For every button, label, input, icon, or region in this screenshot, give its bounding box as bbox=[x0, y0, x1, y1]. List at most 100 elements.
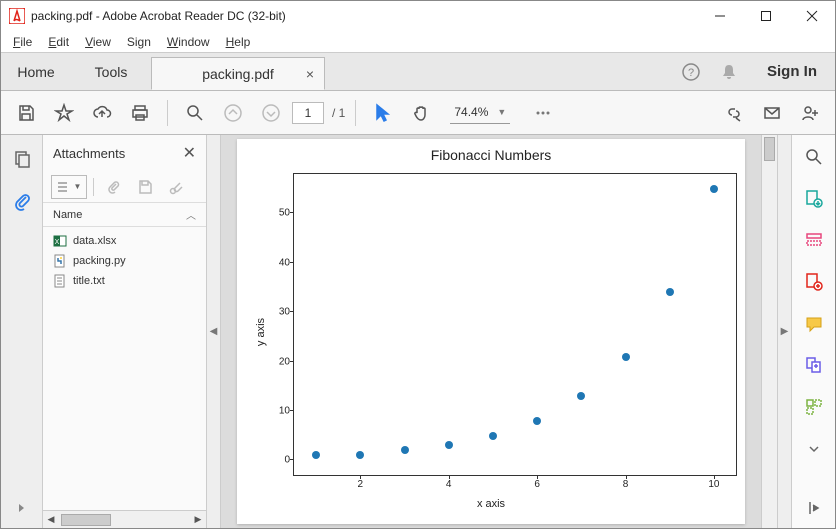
attachments-save-icon[interactable] bbox=[132, 175, 158, 199]
data-point bbox=[710, 185, 718, 193]
add-person-icon[interactable] bbox=[793, 96, 827, 130]
file-item[interactable]: packing.py bbox=[43, 251, 206, 271]
print-icon[interactable] bbox=[123, 96, 157, 130]
save-icon[interactable] bbox=[9, 96, 43, 130]
divider bbox=[93, 178, 94, 196]
data-point bbox=[312, 451, 320, 459]
page-up-icon[interactable] bbox=[216, 96, 250, 130]
create-pdf-icon[interactable] bbox=[801, 270, 827, 294]
file-name: title.txt bbox=[73, 275, 105, 287]
attachments-add-icon[interactable] bbox=[164, 175, 190, 199]
attachments-icon[interactable] bbox=[8, 187, 36, 215]
collapse-left-handle[interactable]: ◀ bbox=[207, 135, 221, 528]
x-tick-mark bbox=[714, 475, 715, 479]
menu-sign[interactable]: Sign bbox=[119, 33, 159, 51]
data-point bbox=[622, 353, 630, 361]
minimize-button[interactable] bbox=[697, 1, 743, 31]
scroll-right-icon[interactable]: ▶ bbox=[190, 512, 206, 528]
comment-icon[interactable] bbox=[801, 312, 827, 336]
menu-edit[interactable]: Edit bbox=[40, 33, 77, 51]
page-down-icon[interactable] bbox=[254, 96, 288, 130]
more-icon[interactable] bbox=[526, 96, 560, 130]
app-icon bbox=[9, 8, 25, 24]
chevron-down-icon: ▼ bbox=[497, 107, 506, 117]
tab-tools[interactable]: Tools bbox=[71, 53, 151, 90]
attachments-column-header[interactable]: Name ︿ bbox=[43, 203, 206, 227]
attachments-hscrollbar[interactable]: ◀ ▶ bbox=[43, 510, 206, 528]
page-total: / 1 bbox=[332, 106, 345, 120]
viewport-vscrollbar[interactable] bbox=[761, 135, 777, 528]
y-tick-label: 0 bbox=[284, 455, 290, 466]
signin-button[interactable]: Sign In bbox=[757, 63, 827, 80]
bell-icon[interactable] bbox=[719, 62, 739, 82]
chart-title: Fibonacci Numbers bbox=[237, 147, 745, 163]
attachments-toolbar: ▼ bbox=[43, 171, 206, 203]
data-point bbox=[577, 392, 585, 400]
txt-icon bbox=[53, 274, 67, 288]
tab-document-label: packing.pdf bbox=[202, 66, 274, 82]
hand-icon[interactable] bbox=[404, 96, 438, 130]
scroll-left-icon[interactable]: ◀ bbox=[43, 512, 59, 528]
x-tick-mark bbox=[626, 475, 627, 479]
x-tick-mark bbox=[537, 475, 538, 479]
x-tick-label: 2 bbox=[358, 479, 364, 490]
attachments-view-dropdown[interactable]: ▼ bbox=[51, 175, 87, 199]
y-tick-mark bbox=[290, 212, 294, 213]
edit-pdf-icon[interactable] bbox=[801, 228, 827, 252]
search-icon[interactable] bbox=[178, 96, 212, 130]
collapse-tools-icon[interactable] bbox=[801, 496, 827, 520]
cloud-upload-icon[interactable] bbox=[85, 96, 119, 130]
attachments-panel: Attachments ✕ ▼ Name ︿ X data.xlsx packi… bbox=[43, 135, 207, 528]
main-toolbar: / 1 74.4% ▼ bbox=[1, 91, 835, 135]
x-tick-label: 8 bbox=[623, 479, 629, 490]
file-item[interactable]: X data.xlsx bbox=[43, 231, 206, 251]
left-nav-rail bbox=[1, 135, 43, 528]
help-icon[interactable]: ? bbox=[681, 62, 701, 82]
attachments-open-icon[interactable] bbox=[100, 175, 126, 199]
toolbar-divider bbox=[167, 100, 168, 126]
x-tick-label: 10 bbox=[708, 479, 719, 490]
chart-plot-area: 01020304050246810 bbox=[293, 173, 737, 476]
tab-close-icon[interactable]: × bbox=[306, 66, 314, 82]
mail-icon[interactable] bbox=[755, 96, 789, 130]
menu-help[interactable]: Help bbox=[218, 33, 259, 51]
document-viewport[interactable]: Fibonacci Numbers y axis x axis 01020304… bbox=[221, 135, 777, 528]
scroll-thumb[interactable] bbox=[61, 514, 111, 526]
svg-text:?: ? bbox=[688, 67, 694, 79]
page-number-input[interactable] bbox=[292, 102, 324, 124]
data-point bbox=[356, 451, 364, 459]
scroll-thumb[interactable] bbox=[764, 137, 775, 161]
title-bar: packing.pdf - Adobe Acrobat Reader DC (3… bbox=[1, 1, 835, 31]
x-tick-label: 6 bbox=[534, 479, 540, 490]
selection-icon[interactable] bbox=[366, 96, 400, 130]
maximize-button[interactable] bbox=[743, 1, 789, 31]
menu-window[interactable]: Window bbox=[159, 33, 218, 51]
thumbnails-icon[interactable] bbox=[8, 145, 36, 173]
zoom-dropdown[interactable]: 74.4% ▼ bbox=[450, 102, 510, 124]
menu-view[interactable]: View bbox=[77, 33, 119, 51]
close-button[interactable] bbox=[789, 1, 835, 31]
star-icon[interactable] bbox=[47, 96, 81, 130]
attachments-title: Attachments bbox=[53, 146, 125, 161]
file-name: packing.py bbox=[73, 255, 126, 267]
left-rail-expand-icon[interactable] bbox=[8, 494, 36, 522]
window-title: packing.pdf - Adobe Acrobat Reader DC (3… bbox=[31, 9, 286, 23]
column-name-label: Name bbox=[53, 209, 82, 221]
organize-icon[interactable] bbox=[801, 395, 827, 419]
menu-file[interactable]: File bbox=[5, 33, 40, 51]
chart: Fibonacci Numbers y axis x axis 01020304… bbox=[237, 139, 745, 524]
tab-home[interactable]: Home bbox=[1, 53, 71, 90]
sort-asc-icon: ︿ bbox=[186, 207, 196, 222]
file-item[interactable]: title.txt bbox=[43, 271, 206, 291]
combine-icon[interactable] bbox=[801, 353, 827, 377]
collapse-right-handle[interactable]: ▶ bbox=[777, 135, 791, 528]
chevron-down-icon[interactable] bbox=[801, 437, 827, 461]
attachments-close-icon[interactable]: ✕ bbox=[183, 143, 196, 163]
file-name: data.xlsx bbox=[73, 235, 116, 247]
search-tool-icon[interactable] bbox=[801, 145, 827, 169]
y-tick-label: 10 bbox=[279, 405, 290, 416]
link-icon[interactable] bbox=[717, 96, 751, 130]
export-pdf-icon[interactable] bbox=[801, 187, 827, 211]
data-point bbox=[445, 441, 453, 449]
tab-document[interactable]: packing.pdf × bbox=[151, 57, 325, 90]
